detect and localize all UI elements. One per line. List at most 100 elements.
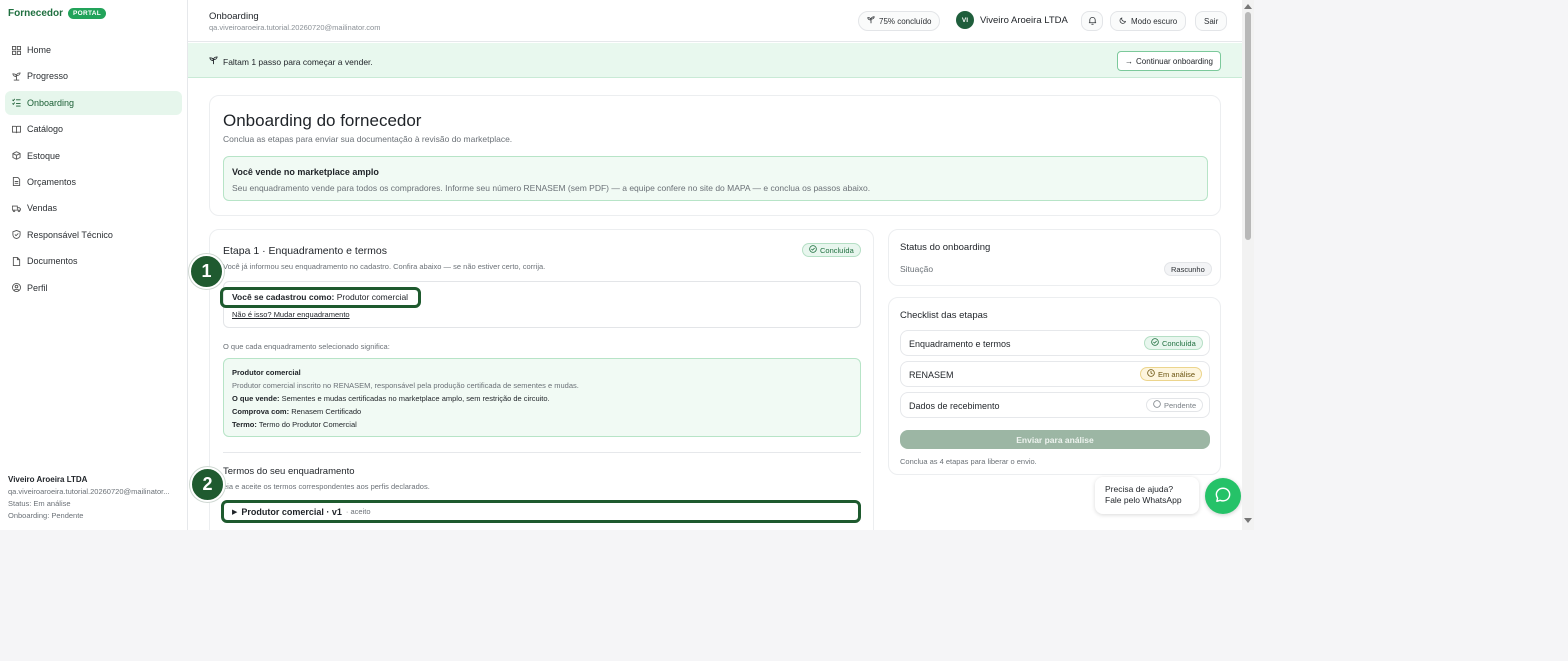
banner-message: Faltam 1 passo para começar a vender.	[209, 56, 373, 67]
checklist-item-label: Enquadramento e termos	[909, 339, 1011, 349]
checklist-item-enquadramento[interactable]: Enquadramento e termos Concluída	[900, 330, 1210, 356]
checklist-title: Checklist das etapas	[900, 310, 988, 321]
step1-title: Etapa 1 · Enquadramento e termos	[223, 245, 388, 257]
sprout-icon	[209, 56, 218, 67]
sidebar-account-summary: Viveiro Aroeira LTDA qa.viveiroaroeira.t…	[8, 474, 169, 522]
sidebar-item-responsavel-tecnico[interactable]: Responsável Técnico	[5, 223, 182, 247]
dark-mode-label: Modo escuro	[1131, 16, 1178, 26]
account-email: qa.viveiroaroeira.tutorial.20260720@mail…	[8, 487, 170, 496]
help-line1: Precisa de ajuda?	[1105, 484, 1174, 494]
sidebar-item-catalogo[interactable]: Catálogo	[5, 117, 182, 141]
account-onboarding: Onboarding: Pendente	[8, 511, 84, 520]
boxes-icon	[12, 151, 21, 160]
whatsapp-button[interactable]	[1205, 478, 1241, 514]
sidebar-item-label: Vendas	[27, 203, 58, 214]
progress-pill[interactable]: 75% concluído	[858, 11, 941, 31]
meaning-sells: O que vende: Sementes e mudas certificad…	[232, 394, 550, 403]
status-card: Status do onboarding Situação Rascunho	[888, 229, 1221, 286]
checklist-card: Checklist das etapas Enquadramento e ter…	[888, 297, 1221, 475]
user-circle-icon	[12, 283, 21, 293]
shield-icon	[12, 230, 21, 240]
continue-onboarding-button[interactable]: → Continuar onboarding	[1117, 51, 1221, 71]
hero-title: Onboarding do fornecedor	[223, 111, 422, 130]
checklist-item-renasem[interactable]: RENASEM Em análise	[900, 361, 1210, 387]
sidebar-item-progresso[interactable]: Progresso	[5, 64, 182, 88]
step-marker-2: 2	[190, 467, 225, 502]
top-header: Onboarding qa.viveiroaroeira.tutorial.20…	[188, 0, 1242, 42]
sidebar-item-label: Progresso	[27, 71, 69, 82]
help-line2: Fale pelo WhatsApp	[1105, 495, 1182, 505]
user-name: Viveiro Aroeira LTDA	[980, 14, 1068, 26]
meaning-label: O que cada enquadramento selecionado sig…	[223, 342, 390, 351]
sells-label: O que vende:	[232, 394, 280, 403]
user-menu[interactable]: VI Viveiro Aroeira LTDA	[956, 11, 1068, 29]
sprout-icon	[12, 72, 21, 81]
send-note: Conclua as 4 etapas para liberar o envio…	[900, 457, 1037, 466]
brand[interactable]: Fornecedor PORTAL	[8, 8, 107, 19]
sidebar-item-home[interactable]: Home	[5, 38, 182, 62]
sidebar-item-onboarding[interactable]: Onboarding	[5, 90, 182, 115]
check-circle-icon	[1151, 338, 1159, 348]
checklist-item-dados-recebimento[interactable]: Dados de recebimento Pendente	[900, 392, 1210, 418]
status-badge-label: Rascunho	[1171, 264, 1205, 274]
divider	[223, 452, 861, 453]
notifications-button[interactable]	[1081, 11, 1103, 31]
checklist-item-label: RENASEM	[909, 370, 954, 380]
step1-subtitle: Você já informou seu enquadramento no ca…	[223, 262, 546, 271]
file-icon	[12, 177, 21, 187]
dark-mode-button[interactable]: Modo escuro	[1110, 11, 1187, 31]
scrollbar[interactable]	[1242, 0, 1254, 530]
status-badge: Concluída	[802, 243, 861, 257]
info-title: Você vende no marketplace amplo	[232, 167, 379, 177]
scroll-thumb[interactable]	[1245, 12, 1251, 240]
step-marker-1: 1	[189, 254, 224, 289]
brand-badge: PORTAL	[68, 8, 107, 19]
arrow-right-icon: →	[1125, 56, 1134, 66]
meaning-box: Produtor comercial Produtor comercial in…	[223, 358, 861, 437]
document-icon	[12, 256, 21, 266]
sidebar-item-orcamentos[interactable]: Orçamentos	[5, 170, 182, 194]
sidebar-item-documentos[interactable]: Documentos	[5, 249, 182, 273]
onboarding-banner: Faltam 1 passo para começar a vender. → …	[188, 43, 1242, 78]
header-email: qa.viveiroaroeira.tutorial.20260720@mail…	[209, 23, 381, 32]
sidebar-item-estoque[interactable]: Estoque	[5, 144, 182, 168]
moon-icon	[1119, 16, 1127, 26]
status-badge-label: Concluída	[1162, 338, 1196, 348]
highlight-terms	[221, 500, 861, 523]
scroll-up-arrow[interactable]	[1244, 4, 1252, 9]
scroll-down-arrow[interactable]	[1244, 518, 1252, 523]
sells-value: Sementes e mudas certificadas no marketp…	[281, 394, 550, 403]
highlight-registration	[220, 287, 421, 308]
status-badge-label: Concluída	[820, 245, 854, 255]
hero-card: Onboarding do fornecedor Conclua as etap…	[209, 95, 1221, 216]
status-badge: Concluída	[1144, 336, 1203, 350]
check-circle-icon	[809, 245, 817, 255]
logout-button[interactable]: Sair	[1195, 11, 1228, 31]
term-label: Termo:	[232, 420, 257, 429]
change-enquadramento-link[interactable]: Não é isso? Mudar enquadramento	[232, 310, 350, 319]
sidebar-item-label: Responsável Técnico	[27, 229, 113, 240]
avatar: VI	[956, 11, 974, 29]
sidebar-item-vendas[interactable]: Vendas	[5, 196, 182, 220]
info-text: Seu enquadramento vende para todos os co…	[232, 183, 871, 193]
hero-subtitle: Conclua as etapas para enviar sua docume…	[223, 134, 513, 144]
marketplace-info-box: Você vende no marketplace amplo Seu enqu…	[223, 156, 1208, 201]
meaning-title: Produtor comercial	[232, 368, 301, 377]
send-for-analysis-button[interactable]: Enviar para análise	[900, 430, 1210, 449]
status-badge-label: Pendente	[1164, 400, 1197, 410]
account-name: Viveiro Aroeira LTDA	[8, 475, 88, 484]
status-badge: Em análise	[1140, 367, 1203, 381]
whatsapp-help-bubble[interactable]: Precisa de ajuda? Fale pelo WhatsApp	[1095, 477, 1199, 514]
sidebar-item-label: Home	[27, 45, 52, 55]
sidebar-item-label: Orçamentos	[27, 176, 77, 187]
sidebar-item-label: Catálogo	[27, 124, 64, 135]
sidebar-item-perfil[interactable]: Perfil	[5, 276, 182, 300]
logout-label: Sair	[1204, 16, 1219, 26]
sidebar-item-label: Onboarding	[27, 97, 75, 108]
proves-label: Comprova com:	[232, 407, 290, 416]
chat-bubble-icon	[1214, 486, 1232, 506]
proves-value: Renasem Certificado	[291, 407, 362, 416]
book-icon	[12, 125, 21, 134]
status-card-label: Situação	[900, 264, 934, 274]
banner-text: Faltam 1 passo para começar a vender.	[223, 56, 373, 67]
